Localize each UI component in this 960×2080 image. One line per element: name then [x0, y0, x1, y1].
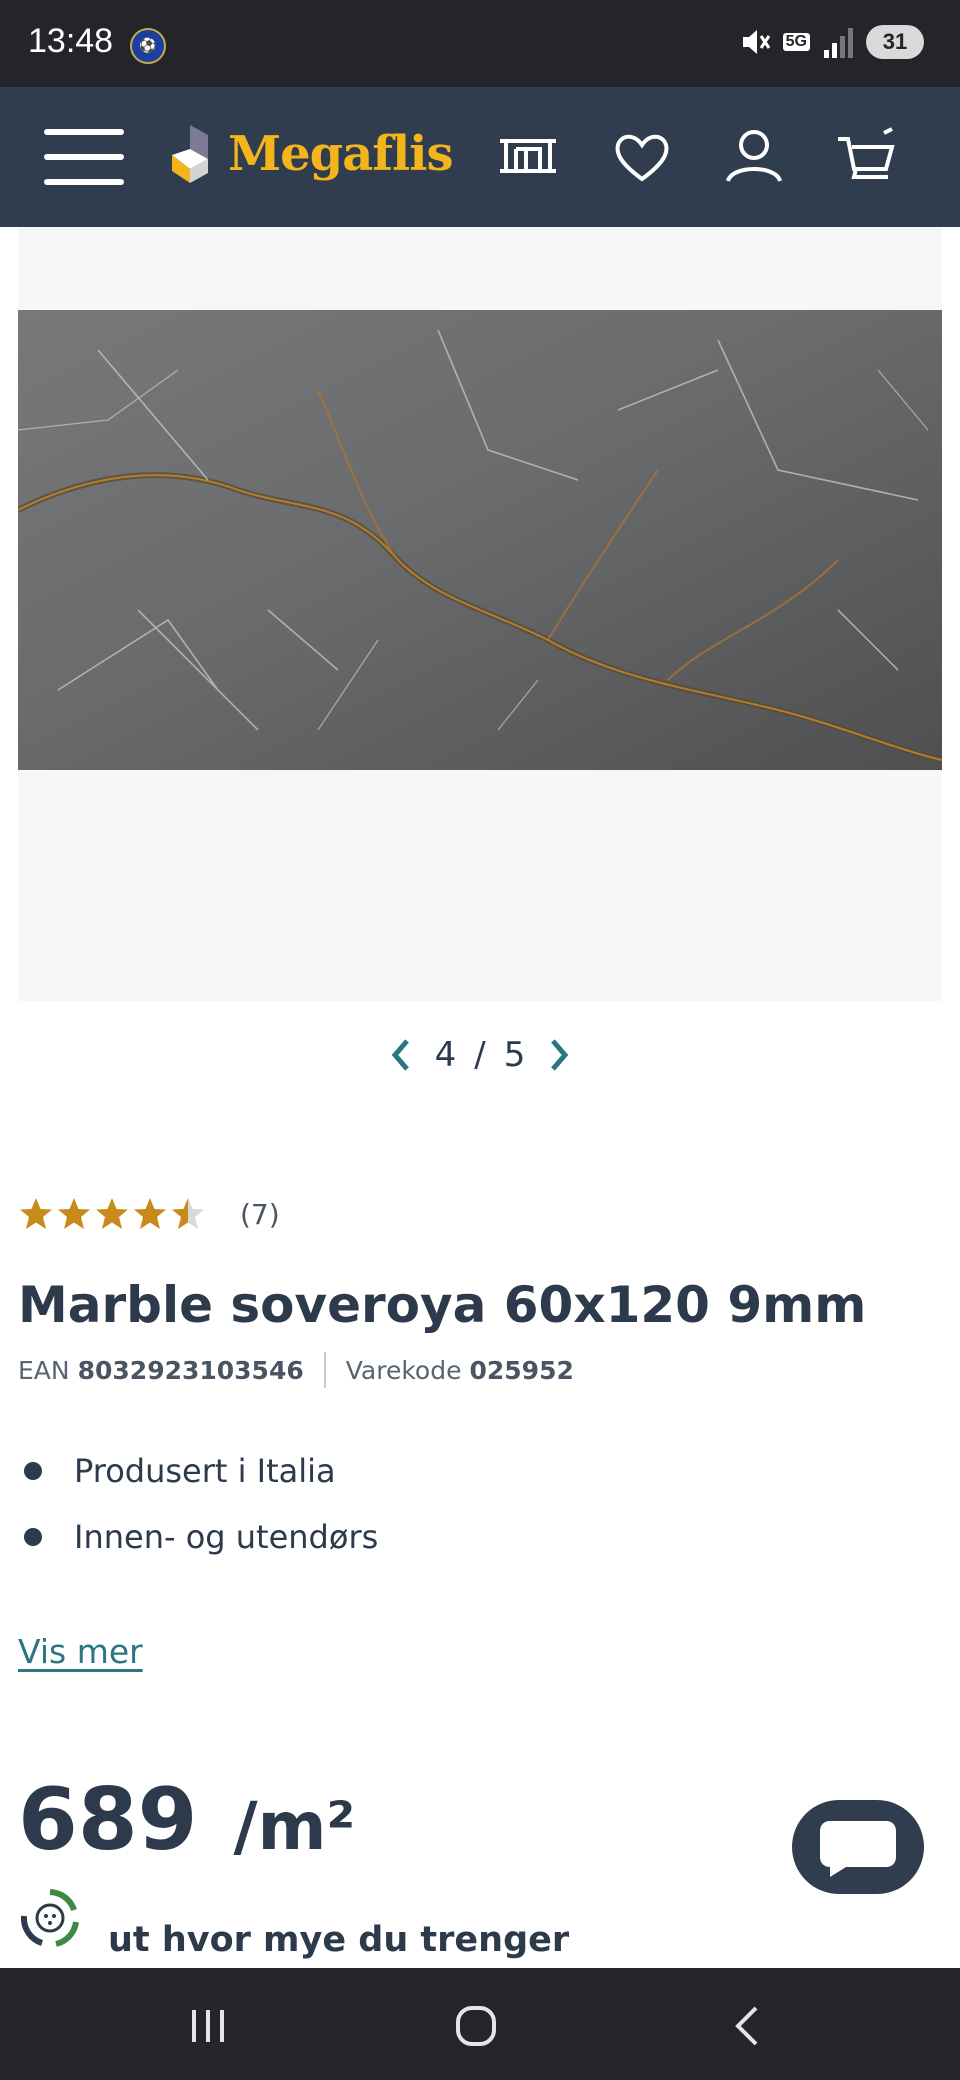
store-icon[interactable] [496, 125, 560, 189]
battery-indicator: 31 [866, 25, 924, 59]
chat-icon [820, 1821, 896, 1877]
price-value: 689 [18, 1770, 198, 1870]
half-star-icon [172, 1198, 204, 1229]
price: 689 /m² [18, 1770, 355, 1870]
sku-label: Varekode [345, 1355, 462, 1385]
feature-list: Produsert i Italia Innen- og utendørs [18, 1438, 378, 1570]
feature-item: Produsert i Italia [18, 1438, 378, 1504]
heart-icon[interactable] [610, 125, 674, 189]
show-more-link[interactable]: Vis mer [18, 1632, 143, 1671]
status-icons: 5G 31 [739, 24, 924, 60]
network-type: 5G [782, 33, 810, 51]
logo-text: Megaflis [228, 126, 453, 182]
star-rating [18, 1196, 206, 1232]
club-badge-icon: ⚽ [130, 28, 166, 64]
menu-icon-bar [44, 154, 124, 160]
star-icon [134, 1198, 166, 1229]
system-nav-bar [0, 1968, 960, 2080]
product-gallery[interactable] [18, 227, 942, 1001]
price-unit: /m² [233, 1788, 356, 1865]
feature-text: Innen- og utendørs [74, 1518, 379, 1556]
logo[interactable]: Megaflis [168, 121, 453, 187]
recycle-icon [20, 1889, 79, 1947]
sku-value: 025952 [469, 1355, 574, 1385]
feature-item: Innen- og utendørs [18, 1504, 378, 1570]
feature-text: Produsert i Italia [74, 1452, 336, 1490]
pager-current: 4 [434, 1035, 457, 1075]
product-codes: EAN 8032923103546 Varekode 025952 [18, 1352, 574, 1388]
product-title: Marble soveroya 60x120 9mm [18, 1276, 867, 1334]
menu-icon-bar [44, 179, 124, 185]
divider [323, 1352, 326, 1388]
pager-total: 5 [503, 1035, 526, 1075]
ean-label: EAN [18, 1355, 70, 1385]
recent-apps-icon[interactable] [186, 2004, 230, 2048]
status-bar: 13:48 ⚽ 5G 31 [0, 0, 960, 87]
product-image[interactable] [18, 310, 942, 770]
logo-icon [172, 125, 208, 183]
chevron-right-icon[interactable] [543, 1035, 575, 1075]
pager-separator: / [474, 1035, 486, 1075]
bullet-icon [24, 1462, 42, 1480]
gallery-pager: 4 / 5 [0, 1030, 960, 1080]
rating[interactable]: (7) [18, 1196, 280, 1232]
bullet-icon [24, 1528, 42, 1546]
home-icon[interactable] [454, 2004, 498, 2048]
app-header: Megaflis [0, 87, 960, 227]
user-icon[interactable] [722, 125, 786, 189]
signal-icon [824, 28, 853, 58]
star-icon [96, 1198, 128, 1229]
menu-button[interactable] [44, 129, 124, 185]
status-time: 13:48 [28, 22, 114, 60]
back-icon[interactable] [726, 2004, 770, 2048]
cart-icon[interactable] [834, 125, 898, 189]
menu-icon-bar [44, 129, 124, 135]
mute-icon [742, 30, 770, 54]
calculator-link[interactable]: ut hvor mye du trenger [108, 1920, 569, 1960]
star-icon [20, 1198, 52, 1229]
ean-value: 8032923103546 [77, 1355, 304, 1385]
review-count: (7) [240, 1197, 280, 1231]
star-icon [58, 1198, 90, 1229]
chat-button[interactable] [792, 1800, 924, 1894]
chevron-left-icon[interactable] [385, 1035, 417, 1075]
